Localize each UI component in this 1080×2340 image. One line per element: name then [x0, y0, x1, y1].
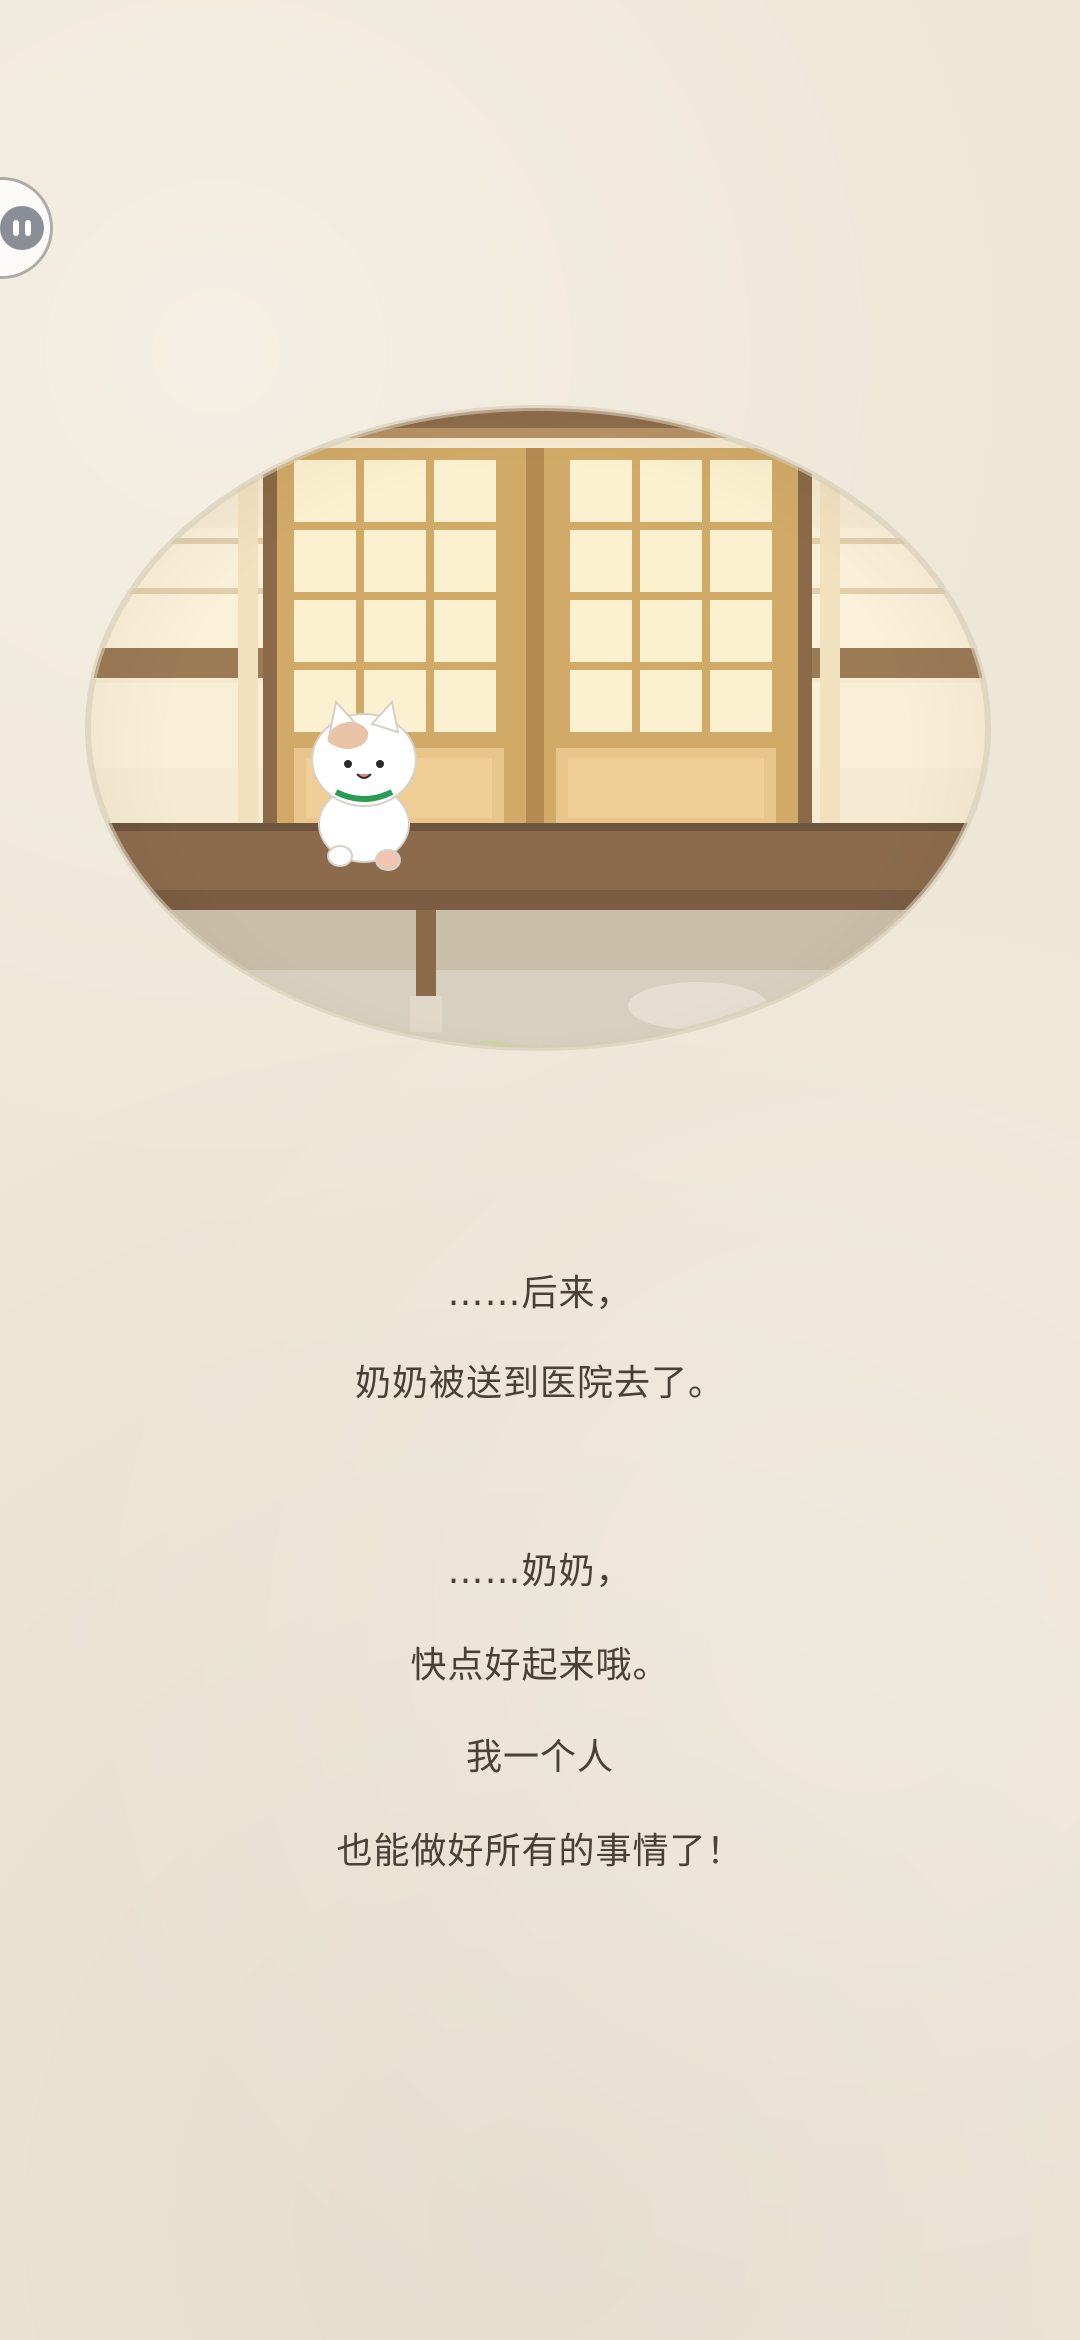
story-line-6: 也能做好所有的事情了！ — [336, 1831, 744, 1872]
story-line-1: ……后来， — [447, 1273, 633, 1314]
story-line-2: 奶奶被送到医院去了。 — [354, 1363, 725, 1404]
story-line-5: 我一个人 — [465, 1737, 614, 1778]
story-line-3: ……奶奶， — [447, 1551, 633, 1592]
story-line-4: 快点好起来哦。 — [410, 1645, 670, 1686]
paper-background — [0, 0, 1080, 2340]
story-illustration — [78, 398, 998, 1098]
pause-icon — [0, 206, 44, 250]
